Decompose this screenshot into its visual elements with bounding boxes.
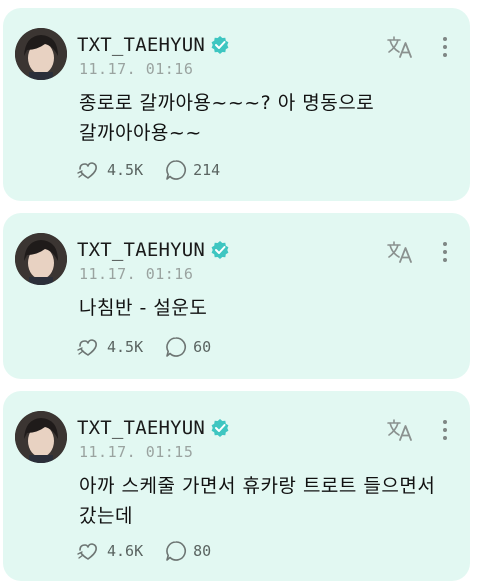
translate-icon[interactable] (386, 34, 414, 60)
translate-icon[interactable] (386, 239, 414, 265)
post-timestamp: 11.17. 01:16 (79, 265, 194, 283)
comment-icon (166, 541, 187, 561)
comment-icon (166, 337, 187, 357)
post-actions: 4.5K 214 (77, 158, 242, 182)
like-count: 4.5K (107, 338, 144, 356)
comment-count: 214 (193, 161, 221, 179)
avatar-photo-icon (15, 28, 67, 80)
more-vertical-icon[interactable] (440, 239, 450, 265)
post-actions: 4.6K 80 (77, 539, 233, 563)
translate-icon[interactable] (386, 417, 414, 443)
like-button[interactable]: 4.5K (77, 159, 143, 181)
comment-button[interactable]: 60 (165, 336, 211, 358)
comment-button[interactable]: 214 (165, 159, 220, 181)
avatar[interactable] (15, 233, 67, 285)
verified-badge-icon (211, 419, 229, 437)
comment-icon (166, 160, 187, 180)
like-icon (77, 339, 97, 356)
like-count: 4.5K (107, 161, 144, 179)
verified-badge-icon (211, 241, 229, 259)
avatar[interactable] (15, 411, 67, 463)
more-vertical-icon[interactable] (440, 417, 450, 443)
comment-count: 60 (193, 338, 212, 356)
comment-count: 80 (193, 542, 212, 560)
like-button[interactable]: 4.5K (77, 336, 143, 358)
like-button[interactable]: 4.6K (77, 540, 143, 562)
post-text: 아까 스케줄 가면서 휴카랑 트로트 들으면서 갔는데 (79, 475, 436, 527)
post-card[interactable]: TXT_TAEHYUN 11.17. 01:15 아까 스케줄 가면서 휴카랑 … (3, 391, 470, 581)
post-card[interactable]: TXT_TAEHYUN 11.17. 01:16 나침반 - 설운도 4.5K … (3, 213, 470, 379)
post-card[interactable]: TXT_TAEHYUN 11.17. 01:16 종로로 갈까아용~~~? 아 … (3, 8, 470, 201)
author-name[interactable]: TXT_TAEHYUN (77, 417, 205, 439)
post-timestamp: 11.17. 01:16 (79, 60, 194, 78)
post-timestamp: 11.17. 01:15 (79, 443, 194, 461)
more-vertical-icon[interactable] (440, 34, 450, 60)
avatar-photo-icon (15, 233, 67, 285)
verified-badge-icon (211, 36, 229, 54)
like-icon (77, 162, 97, 179)
author-name[interactable]: TXT_TAEHYUN (77, 239, 205, 261)
post-text: 나침반 - 설운도 (79, 297, 208, 319)
comment-button[interactable]: 80 (165, 540, 211, 562)
avatar-photo-icon (15, 411, 67, 463)
post-actions: 4.5K 60 (77, 335, 233, 359)
author-name[interactable]: TXT_TAEHYUN (77, 34, 205, 56)
like-count: 4.6K (107, 542, 144, 560)
like-icon (77, 543, 97, 560)
avatar[interactable] (15, 28, 67, 80)
post-text: 종로로 갈까아용~~~? 아 명동으로 갈까아아용~~ (79, 92, 375, 144)
